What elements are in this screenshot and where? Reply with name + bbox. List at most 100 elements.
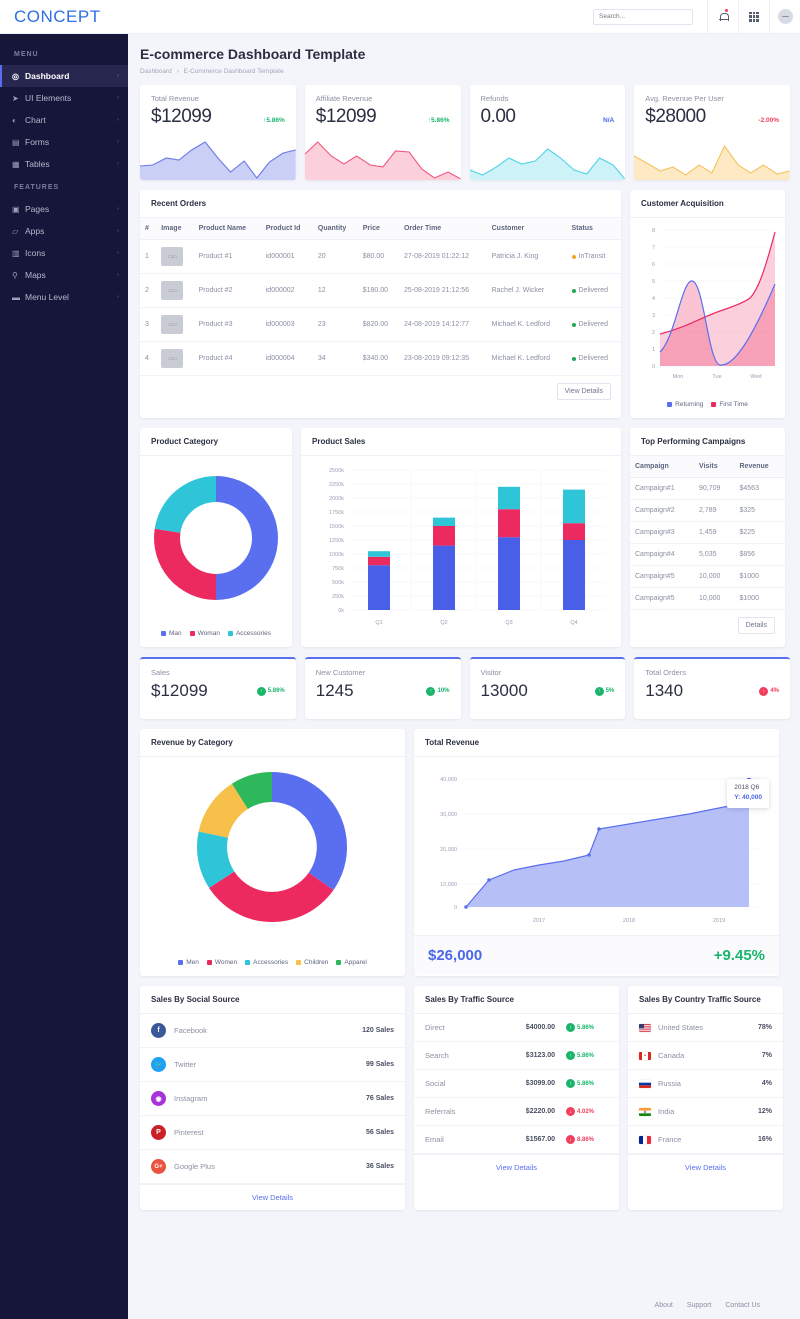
list-item[interactable]: Referrals $2220.00 ↓ 4.02% xyxy=(414,1098,619,1126)
table-row[interactable]: 1 ▭▭ Product #1 id000001 20 $80.00 27-08… xyxy=(140,239,621,274)
kpi-card-total-orders[interactable]: Total Orders 1340 ↓ 4% xyxy=(634,657,790,719)
country-view-details-link[interactable]: View Details xyxy=(628,1154,783,1180)
table-row[interactable]: 3 ▭▭ Product #3 id000003 23 $820.00 24-0… xyxy=(140,307,621,342)
kpi-value: $12099 xyxy=(315,106,377,127)
page-icon: ▣ xyxy=(12,204,20,214)
table-row[interactable]: Campaign#3 1,459 $225 xyxy=(630,521,785,544)
list-item[interactable]: Email $1567.00 ↓ 8.86% xyxy=(414,1126,619,1154)
profile-button[interactable] xyxy=(769,0,800,34)
list-item[interactable]: G+ Google Plus 36 Sales xyxy=(140,1150,405,1184)
table-row[interactable]: Campaign#4 5,035 $856 xyxy=(630,543,785,566)
list-item[interactable]: Search $3123.00 ↑ 5.86% xyxy=(414,1042,619,1070)
list-item[interactable]: ◉ Instagram 76 Sales xyxy=(140,1082,405,1116)
svg-text:Mon: Mon xyxy=(673,374,684,380)
kpi-card-affiliate-revenue[interactable]: Affiliate Revenue $12099 ↑5.86% xyxy=(304,85,461,180)
sidebar-item-chart[interactable]: ◐ Chart › xyxy=(0,109,128,131)
product-sales-card: Product Sales 2500k 2250k 2000k 1750k 1500k… xyxy=(301,428,621,647)
list-item[interactable]: Canada 7% xyxy=(628,1042,783,1070)
cell-price: $80.00 xyxy=(357,239,399,274)
breadcrumb-item-dashboard[interactable]: Dashboard xyxy=(140,68,172,75)
kpi-card-sales[interactable]: Sales $12099 ↑ 5.86% xyxy=(140,657,296,719)
total-revenue-chart: 40,000 30,000 20,000 10,000 0 2017 2018 2019 xyxy=(440,777,764,924)
list-item[interactable]: Direct $4000.00 ↑ 5.86% xyxy=(414,1014,619,1042)
kpi-card-new-customer[interactable]: New Customer 1245 ↑ 10% xyxy=(304,657,461,719)
apps-grid-button[interactable] xyxy=(738,0,769,34)
social-view-details-link[interactable]: View Details xyxy=(140,1184,405,1210)
sidebar-item-dashboard[interactable]: ◎ Dashboard › xyxy=(0,65,128,87)
search-input[interactable] xyxy=(593,8,693,25)
list-item[interactable]: United States 78% xyxy=(628,1014,783,1042)
footer-link-support[interactable]: Support xyxy=(687,1302,712,1309)
table-row[interactable]: 4 ▭▭ Product #4 id000004 34 $340.00 23-0… xyxy=(140,341,621,376)
traffic-view-details-link[interactable]: View Details xyxy=(414,1154,619,1180)
svg-text:0k: 0k xyxy=(338,608,344,614)
cell-status: Delivered xyxy=(566,273,621,308)
svg-text:30,000: 30,000 xyxy=(440,812,457,818)
svg-text:Q2: Q2 xyxy=(440,620,447,626)
sidebar-item-forms[interactable]: ▤ Forms › xyxy=(0,131,128,153)
category-sales-campaign-row: Product Category Man Woman Accessories P… xyxy=(140,428,790,647)
legend-item-accessories: Accessories xyxy=(245,959,288,966)
table-row[interactable]: 2 ▭▭ Product #2 id000002 12 $180.00 25-0… xyxy=(140,273,621,308)
footer-link-contact[interactable]: Contact Us xyxy=(725,1302,760,1309)
cell-visits: 1,459 xyxy=(694,521,735,544)
recent-orders-card: Recent Orders # Image Product Name Produ… xyxy=(140,190,621,418)
sidebar-item-icons[interactable]: ▥ Icons › xyxy=(0,242,128,264)
legend-item-accessories: Accessories xyxy=(227,630,271,637)
cell-product-name: Product #3 xyxy=(193,307,261,342)
kpi-card-arpu[interactable]: Avg. Revenue Per User $28000 -2.00% xyxy=(634,85,790,180)
kpi-card-visitor[interactable]: Visitor 13000 ↑ 5% xyxy=(469,657,626,719)
view-details-button[interactable]: View Details xyxy=(556,383,611,400)
footer-link-about[interactable]: About xyxy=(655,1302,673,1309)
table-row[interactable]: Campaign#1 90,709 $4563 xyxy=(630,477,785,500)
sidebar-item-maps[interactable]: ⚲ Maps › xyxy=(0,264,128,286)
avatar xyxy=(777,9,793,24)
svg-text:40,000: 40,000 xyxy=(440,777,457,783)
kpi-card-refunds[interactable]: Refunds 0.00 N/A xyxy=(469,85,626,180)
chevron-right-icon: › xyxy=(117,73,119,79)
table-row[interactable]: Campaign#5 10,000 $1000 xyxy=(630,565,785,588)
list-item[interactable]: Social $3099.00 ↑ 5.86% xyxy=(414,1070,619,1098)
list-item[interactable]: India 12% xyxy=(628,1098,783,1126)
list-item[interactable]: Russia 4% xyxy=(628,1070,783,1098)
kpi-card-total-revenue[interactable]: Total Revenue $12099 ↑5.86% xyxy=(140,85,296,180)
col-quantity: Quantity xyxy=(312,218,358,240)
svg-text:Q4: Q4 xyxy=(570,620,577,626)
country-value: 16% xyxy=(757,1136,772,1143)
top-bar-actions xyxy=(593,0,800,34)
sidebar: MENU ◎ Dashboard › ➤ UI Elements › ◐ Cha… xyxy=(0,34,128,1319)
customer-acquisition-chart: 8 7 6 5 4 3 2 1 0 Mon Tue Wed xyxy=(652,228,776,380)
list-item[interactable]: P Pinterest 56 Sales xyxy=(140,1116,405,1150)
table-row[interactable]: Campaign#2 2,789 $325 xyxy=(630,499,785,522)
country-source-title: Sales By Country Traffic Source xyxy=(628,986,783,1014)
table-icon: ▦ xyxy=(12,159,20,169)
sidebar-item-apps[interactable]: ▱ Apps › xyxy=(0,220,128,242)
map-pin-icon: ⚲ xyxy=(12,270,18,280)
svg-text:2017: 2017 xyxy=(533,918,545,924)
cell-product-id: id000004 xyxy=(260,341,313,376)
cell-quantity: 34 xyxy=(312,341,358,376)
sidebar-item-pages[interactable]: ▣ Pages › xyxy=(0,198,128,220)
traffic-name: Search xyxy=(425,1051,449,1060)
notifications-button[interactable] xyxy=(707,0,738,34)
svg-text:Q1: Q1 xyxy=(375,620,382,626)
kpi-change: ↓ 4% xyxy=(759,686,779,696)
cell-visits: 2,789 xyxy=(694,499,735,522)
brand-logo[interactable]: CONCEPT xyxy=(0,7,128,27)
list-item[interactable]: 🐦 Twitter 99 Sales xyxy=(140,1048,405,1082)
svg-text:3: 3 xyxy=(652,313,655,319)
list-item[interactable]: f Facebook 120 Sales xyxy=(140,1014,405,1048)
svg-text:750k: 750k xyxy=(332,566,344,572)
kpi-label: Refunds xyxy=(480,94,509,103)
kpi-value: $12099 xyxy=(151,681,208,700)
svg-text:0: 0 xyxy=(454,905,457,911)
list-item[interactable]: France 16% xyxy=(628,1126,783,1154)
flag-ca-icon xyxy=(639,1051,651,1060)
product-thumbnail: ▭▭ xyxy=(161,349,184,368)
details-button[interactable]: Details xyxy=(737,617,775,634)
sidebar-item-ui-elements[interactable]: ➤ UI Elements › xyxy=(0,87,128,109)
campaigns-card: Top Performing Campaigns Campaign Visits… xyxy=(630,428,785,647)
table-row[interactable]: Campaign#5 10,000 $1000 xyxy=(630,587,785,610)
sidebar-item-tables[interactable]: ▦ Tables › xyxy=(0,153,128,175)
sidebar-item-menu-level[interactable]: ▬ Menu Level › xyxy=(0,286,128,308)
